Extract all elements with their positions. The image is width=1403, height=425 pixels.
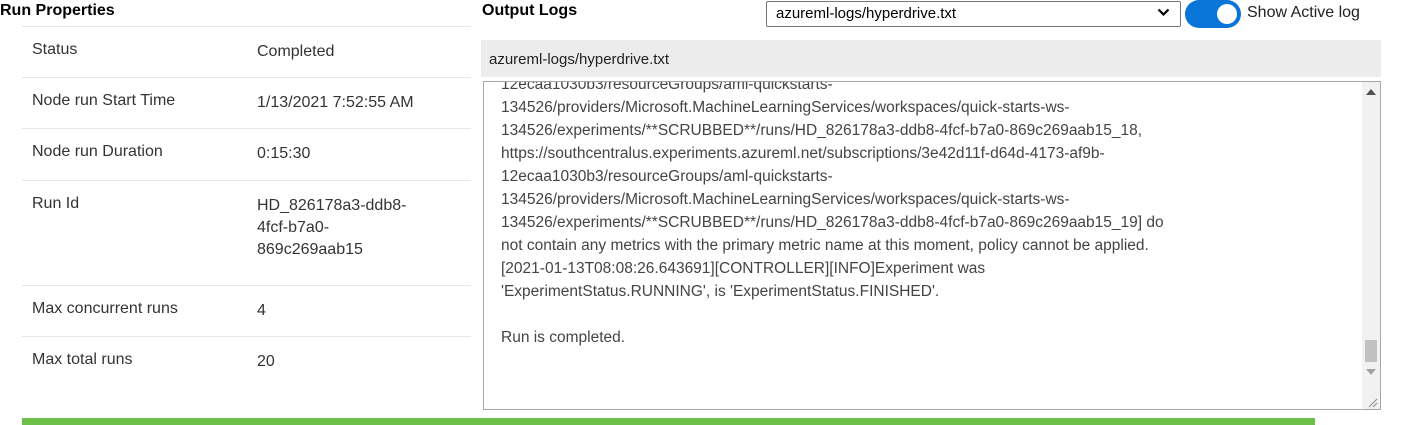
property-value: 4 bbox=[257, 302, 266, 319]
show-active-log-toggle[interactable] bbox=[1185, 0, 1241, 28]
property-key: Run Id bbox=[32, 195, 80, 212]
property-value: 1/13/2021 7:52:55 AM bbox=[257, 94, 414, 111]
run-property-row-max-total: Max total runs 20 bbox=[22, 337, 471, 388]
log-scrollbar[interactable] bbox=[1362, 82, 1380, 409]
property-key: Max concurrent runs bbox=[32, 300, 178, 317]
toggle-knob bbox=[1217, 4, 1237, 24]
property-value: HD_826178a3-ddb8- 4fcf-b7a0- 869c269aab1… bbox=[257, 197, 407, 258]
scrollbar-thumb[interactable] bbox=[1365, 340, 1377, 362]
property-key: Node run Start Time bbox=[32, 92, 176, 109]
output-logs-title: Output Logs bbox=[482, 2, 578, 19]
resize-grip-icon[interactable] bbox=[1366, 395, 1378, 408]
log-file-header: azureml-logs/hyperdrive.txt bbox=[481, 40, 1381, 77]
property-key: Status bbox=[32, 41, 78, 58]
run-progress-bar bbox=[22, 418, 1315, 425]
log-file-select-value: azureml-logs/hyperdrive.txt bbox=[776, 5, 957, 22]
show-active-log-label: Show Active log bbox=[1247, 4, 1360, 21]
property-value: 20 bbox=[257, 353, 275, 370]
run-property-row-start-time: Node run Start Time 1/13/2021 7:52:55 AM bbox=[22, 78, 471, 129]
run-property-row-max-concurrent: Max concurrent runs 4 bbox=[22, 286, 471, 337]
run-property-row-run-id: Run Id HD_826178a3-ddb8- 4fcf-b7a0- 869c… bbox=[22, 181, 471, 286]
scroll-down-arrow-icon[interactable] bbox=[1366, 369, 1376, 375]
run-property-row-status: Status Completed bbox=[22, 27, 471, 78]
property-value: Completed bbox=[257, 43, 335, 60]
property-value: 0:15:30 bbox=[257, 145, 311, 162]
chevron-down-icon bbox=[1157, 5, 1170, 20]
run-properties-table: Status Completed Node run Start Time 1/1… bbox=[22, 26, 471, 388]
log-content: 12ecaa1030b3/resourceGroups/aml-quicksta… bbox=[501, 81, 1164, 346]
log-output-textarea[interactable]: 12ecaa1030b3/resourceGroups/aml-quicksta… bbox=[483, 81, 1381, 410]
scroll-up-arrow-icon[interactable] bbox=[1366, 89, 1376, 95]
run-properties-title: Run Properties bbox=[0, 2, 115, 19]
property-key: Node run Duration bbox=[32, 143, 163, 160]
property-key: Max total runs bbox=[32, 351, 133, 368]
run-property-row-duration: Node run Duration 0:15:30 bbox=[22, 129, 471, 181]
log-file-select[interactable]: azureml-logs/hyperdrive.txt bbox=[766, 1, 1181, 27]
